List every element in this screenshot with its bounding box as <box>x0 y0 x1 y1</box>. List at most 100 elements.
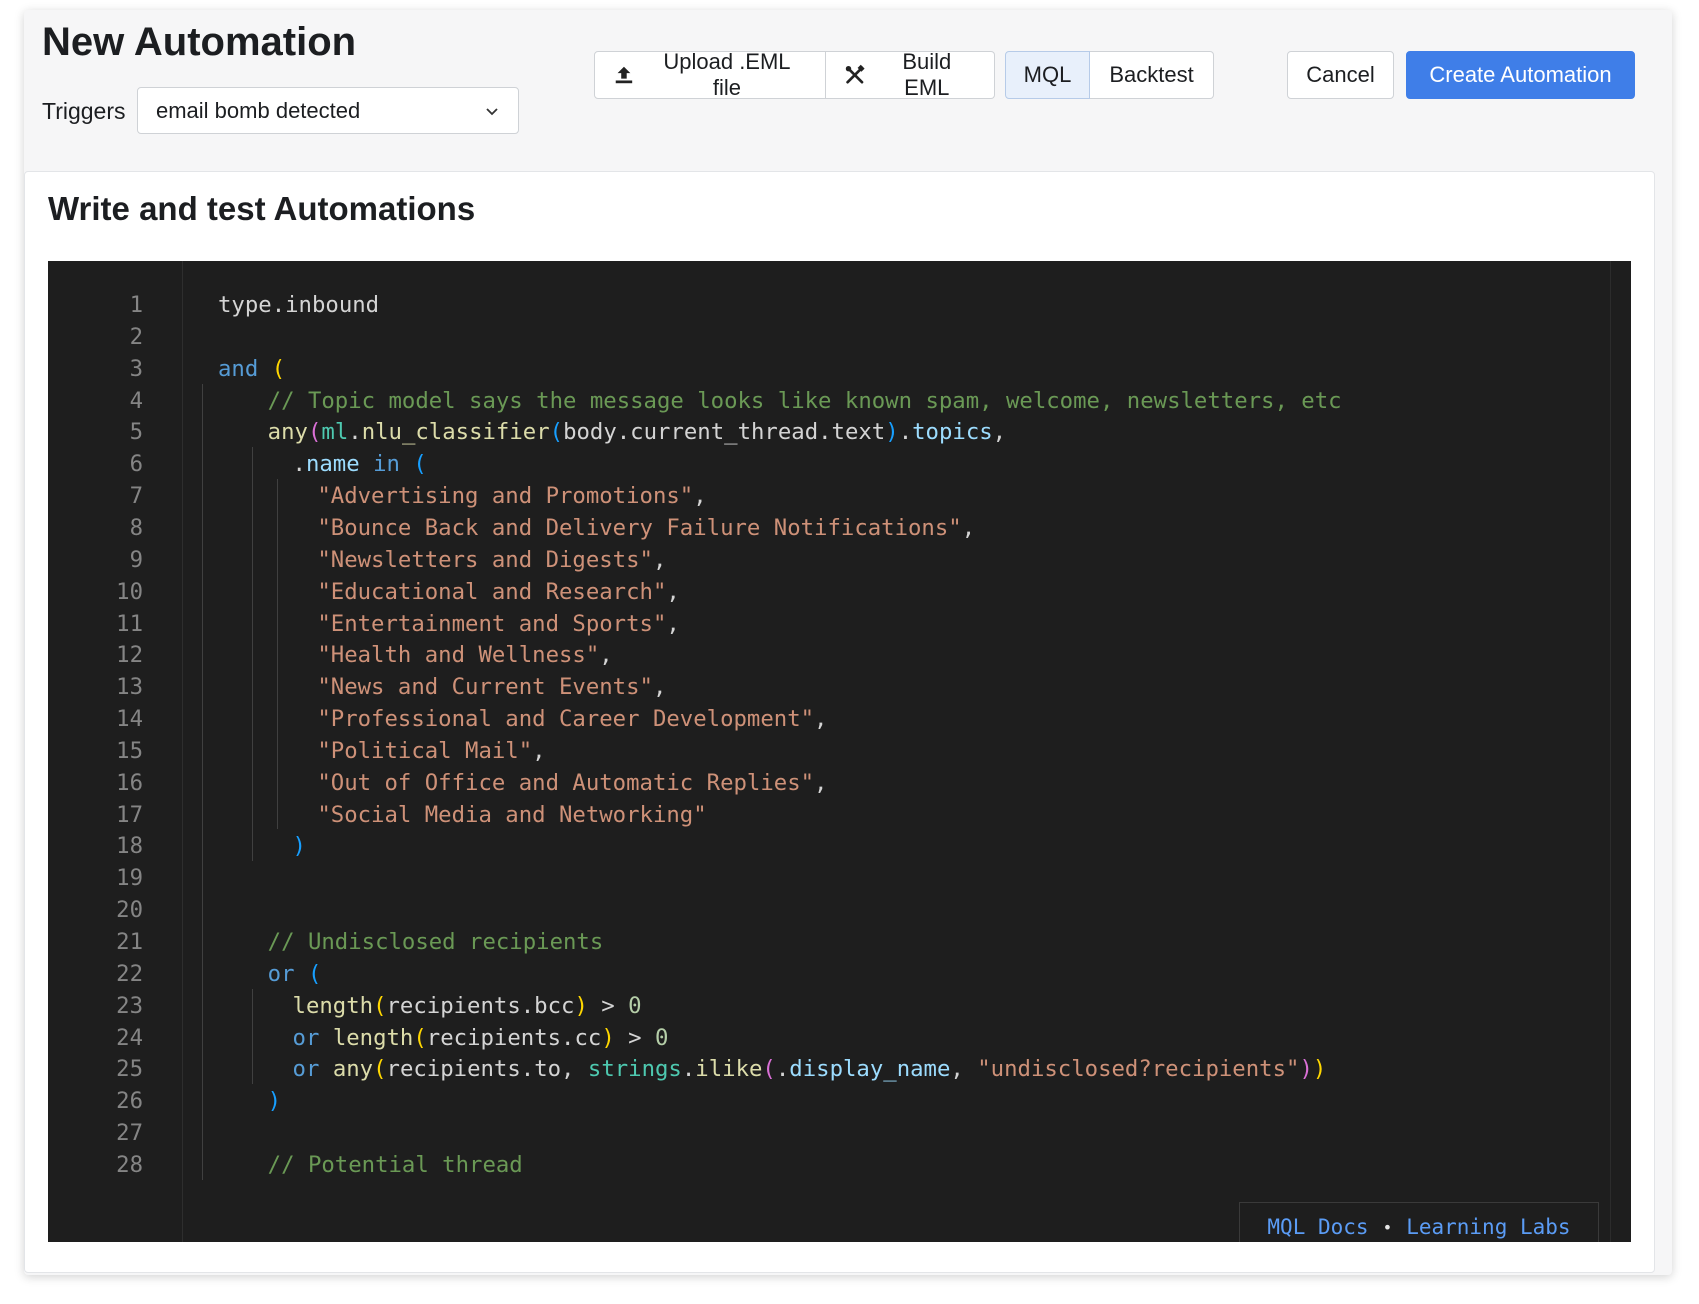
code-line: 24 or length(recipients.cc) > 0 <box>48 1021 1631 1055</box>
code-text: "Political Mail", <box>317 734 545 768</box>
line-number: 19 <box>116 865 143 892</box>
code-token: ( <box>373 992 387 1019</box>
code-text: // Undisclosed recipients <box>268 925 604 959</box>
code-line: 28 // Potential thread <box>48 1148 1631 1182</box>
code-line: 8 "Bounce Back and Delivery Failure Notif… <box>48 511 1631 545</box>
upload-eml-label: Upload .EML file <box>663 49 791 100</box>
code-token: , <box>532 737 546 764</box>
chevron-down-icon <box>486 107 498 115</box>
code-line: 15 "Political Mail", <box>48 734 1631 768</box>
code-line: 13 "News and Current Events", <box>48 670 1631 704</box>
code-token: ) <box>1312 1056 1327 1083</box>
code-token: , <box>814 769 828 796</box>
mql-docs-link[interactable]: MQL Docs <box>1267 1215 1368 1239</box>
line-number: 15 <box>116 737 143 764</box>
code-token: ( <box>413 451 427 478</box>
code-token: any <box>267 419 308 446</box>
code-token: , <box>992 419 1007 446</box>
code-token: strings <box>587 1056 682 1083</box>
code-token: > <box>614 1024 656 1051</box>
code-token: recipients.bcc <box>386 992 575 1019</box>
code-token: "Professional and Career Development" <box>317 706 815 733</box>
line-number: 10 <box>116 578 143 605</box>
code-token: ( <box>307 960 322 987</box>
code-editor[interactable]: 1 type.inbound 2 3 and (4// Topic model says… <box>48 261 1631 1242</box>
code-token: "Educational and Research" <box>317 578 667 605</box>
code-token: "Newsletters and Digests" <box>317 546 653 573</box>
line-number: 20 <box>116 897 143 924</box>
line-number: 8 <box>129 514 143 541</box>
code-token: , <box>599 642 613 669</box>
line-number: 22 <box>116 960 143 987</box>
line-number: 1 <box>129 292 143 318</box>
code-token: "News and Current Events" <box>317 674 653 701</box>
code-text: ) <box>268 1084 281 1118</box>
eml-button-group: Upload .EML file Build EML <box>594 49 995 100</box>
code-token: or <box>292 1056 320 1083</box>
panel-title: Write and test Automations <box>48 190 476 227</box>
code-token: // Undisclosed recipients <box>267 929 604 955</box>
page-title: New Automation <box>42 20 357 64</box>
code-token: ) <box>885 419 899 446</box>
learning-labs-link[interactable]: Learning Labs <box>1406 1215 1570 1239</box>
code-token: length <box>332 1024 414 1051</box>
code-line: 10 "Educational and Research", <box>48 575 1631 609</box>
code-text: or length(recipients.cc) > 0 <box>293 1021 669 1055</box>
code-token: , <box>666 610 680 637</box>
code-token: , <box>814 706 828 733</box>
code-token: ) <box>601 1024 615 1051</box>
code-text: "News and Current Events", <box>317 670 666 704</box>
code-token: "Entertainment and Sports" <box>317 610 667 637</box>
line-number: 14 <box>116 706 143 733</box>
cancel-button[interactable]: Cancel <box>1287 51 1394 99</box>
code-token: > <box>587 992 629 1019</box>
code-line: 19 <box>48 861 1631 895</box>
code-text: "Social Media and Networking" <box>317 798 706 832</box>
code-token: 0 <box>628 992 642 1019</box>
code-token: . <box>681 1056 696 1083</box>
code-line: 18) <box>48 829 1631 863</box>
line-number: 2 <box>129 323 143 350</box>
code-token: ( <box>307 419 322 446</box>
code-token: topics <box>912 419 993 446</box>
create-automation-button[interactable]: Create Automation <box>1406 51 1635 99</box>
code-token: . <box>898 419 913 446</box>
line-number: 16 <box>116 769 143 796</box>
tab-mql[interactable]: MQL <box>1005 51 1090 99</box>
triggers-label: Triggers <box>42 98 126 124</box>
code-token: and <box>218 355 259 382</box>
code-text: "Bounce Back and Delivery Failure Notifi… <box>317 511 975 545</box>
code-line: 25 or any(recipients.to, strings.ilike(.d… <box>48 1052 1631 1086</box>
code-text: "Newsletters and Digests", <box>317 543 666 577</box>
build-eml-button[interactable]: Build EML <box>826 49 995 100</box>
code-token: in <box>373 451 400 478</box>
code-text: // Potential thread <box>268 1148 523 1182</box>
code-line: 26) <box>48 1084 1631 1118</box>
links-separator: • <box>1382 1217 1393 1237</box>
code-line: 3 and ( <box>48 352 1631 386</box>
line-number: 7 <box>129 483 143 510</box>
code-text: any(ml.nlu_classifier(body.current_threa… <box>268 415 1006 449</box>
triggers-select[interactable]: email bomb detected <box>137 87 519 134</box>
code-text: type.inbound <box>218 288 379 322</box>
line-number: 4 <box>129 387 143 414</box>
code-token: ) <box>267 1088 282 1115</box>
line-number: 21 <box>116 929 143 955</box>
code-token: ) <box>574 992 588 1019</box>
code-token: . <box>292 451 306 478</box>
code-token: . <box>348 419 362 446</box>
upload-eml-button[interactable]: Upload .EML file <box>594 49 826 100</box>
code-line: 22 or ( <box>48 957 1631 991</box>
tab-backtest[interactable]: Backtest <box>1090 51 1214 99</box>
code-token: ml <box>321 419 349 446</box>
code-text: "Out of Office and Automatic Replies", <box>317 766 827 800</box>
code-token: "Out of Office and Automatic Replies" <box>317 769 815 796</box>
code-token: ) <box>292 833 306 860</box>
code-line: 1 type.inbound <box>48 288 1631 322</box>
triggers-select-value: email bomb detected <box>156 97 361 123</box>
code-token: any <box>332 1056 374 1083</box>
code-token: "undisclosed?recipients" <box>977 1056 1300 1083</box>
